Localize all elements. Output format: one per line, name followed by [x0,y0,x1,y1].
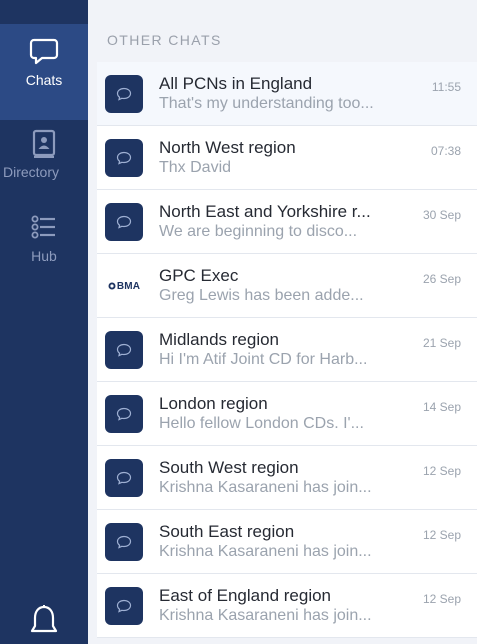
chat-preview: Hello fellow London CDs. I'... [159,415,364,432]
sidebar-item-hub[interactable]: Hub [0,200,88,296]
chat-preview: We are beginning to disco... [159,223,358,240]
chat-bubble-icon [116,471,132,485]
chat-avatar [105,75,143,113]
chat-title: East of England region [159,586,332,605]
chat-preview: Thx David [159,159,232,176]
list-icon [31,215,55,239]
chat-bubble-icon [116,215,132,229]
chat-list-panel: OTHER CHATS All PCNs in England That's m… [88,0,477,644]
chat-time: 21 Sep [422,336,461,350]
bell-icon[interactable] [29,604,59,640]
chat-bubble-icon [116,151,132,165]
chat-row[interactable]: Midlands region Hi I'm Atif Joint CD for… [97,318,477,382]
chat-row[interactable]: London region Hello fellow London CDs. I… [97,382,477,446]
chat-time: 12 Sep [422,592,461,606]
bma-logo-text: BMA [116,280,141,292]
chat-avatar [105,523,143,561]
chat-avatar [105,587,143,625]
chat-row[interactable]: South West region Krishna Kasaraneni has… [97,446,477,510]
section-title: OTHER CHATS [107,32,222,48]
chat-preview: Krishna Kasaraneni has join... [159,607,372,624]
chat-preview: Hi I'm Atif Joint CD for Harb... [159,351,368,368]
chat-bubble-icon [116,343,132,357]
chat-time: 12 Sep [422,528,461,542]
chat-time: 11:55 [431,80,461,94]
chat-title: North East and Yorkshire r... [159,202,371,221]
chat-avatar [105,459,143,497]
sidebar-item-label: Directory [2,164,59,180]
chat-time: 12 Sep [422,464,461,478]
chat-time: 30 Sep [422,208,461,222]
sidebar-item-chats[interactable]: Chats [0,24,88,120]
chat-row[interactable]: North East and Yorkshire r... We are beg… [97,190,477,254]
chat-row[interactable]: East of England region Krishna Kasaranen… [97,574,477,638]
chat-bubble-icon [116,599,132,613]
sidebar: Chats Directory Hub [0,0,88,644]
chat-preview: That's my understanding too... [159,95,374,112]
chat-row[interactable]: BMA GPC Exec Greg Lewis has been adde...… [97,254,477,318]
sidebar-item-label: Hub [31,248,57,264]
chat-title: South West region [159,458,299,477]
chat-list: All PCNs in England That's my understand… [97,62,477,638]
chat-bubble-icon [116,87,132,101]
chat-avatar [105,395,143,433]
chat-title: North West region [159,138,296,157]
chat-row[interactable]: All PCNs in England That's my understand… [97,62,477,126]
chat-avatar [105,331,143,369]
chat-bubble-icon [116,535,132,549]
chat-title: GPC Exec [159,266,239,285]
chat-avatar [105,139,143,177]
sidebar-item-directory[interactable]: Directory [0,116,88,212]
chat-preview: Krishna Kasaraneni has join... [159,479,372,496]
chat-avatar [105,203,143,241]
sidebar-item-label: Chats [25,72,63,88]
chat-preview: Krishna Kasaraneni has join... [159,543,372,560]
chat-title: London region [159,394,268,413]
chat-time: 26 Sep [422,272,461,286]
chat-row[interactable]: North West region Thx David 07:38 [97,126,477,190]
chat-preview: Greg Lewis has been adde... [159,287,364,304]
bma-logo: BMA [108,281,140,292]
chat-title: Midlands region [159,330,280,349]
chat-row[interactable]: South East region Krishna Kasaraneni has… [97,510,477,574]
directory-icon [32,129,56,158]
chat-time: 07:38 [430,144,461,158]
chat-avatar: BMA [105,267,143,305]
chat-bubble-icon [116,407,132,421]
chat-bubble-icon [29,38,59,65]
chat-title: All PCNs in England [159,74,313,93]
chat-time: 14 Sep [422,400,461,414]
right-edge-rail [477,0,481,644]
chat-title: South East region [159,522,295,541]
bma-emblem-icon [108,282,116,290]
